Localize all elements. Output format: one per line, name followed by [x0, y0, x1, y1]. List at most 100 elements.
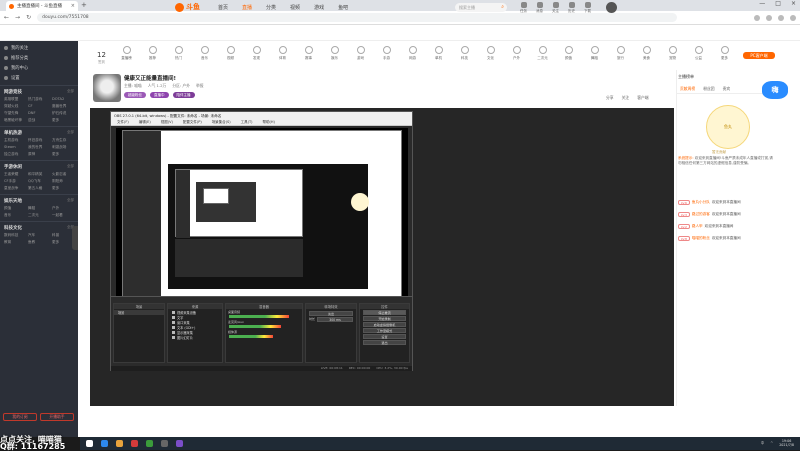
- category-item-8[interactable]: 娱乐: [326, 43, 343, 61]
- stream-action-2[interactable]: 客户端: [637, 95, 648, 101]
- sidebar-category-link[interactable]: 户外: [52, 206, 74, 211]
- sidebar-category-link[interactable]: 更多: [52, 240, 74, 245]
- sidebar-category-link[interactable]: CF手游: [4, 179, 26, 184]
- category-item-14[interactable]: 文化: [482, 43, 499, 61]
- sidebar-category-link[interactable]: 魔兽世界: [52, 104, 74, 109]
- header-icon-3[interactable]: 历史: [568, 2, 575, 14]
- sidebar-top-item-3[interactable]: 设置: [4, 73, 74, 83]
- taskbar-app-icon[interactable]: [131, 440, 138, 447]
- reload-icon[interactable]: ↻: [26, 14, 31, 21]
- sidebar-category-link[interactable]: QQ飞车: [28, 179, 50, 184]
- maximize-button[interactable]: □: [775, 0, 781, 7]
- sidebar-category-link[interactable]: 热门游戏: [28, 97, 50, 102]
- taskbar-app-icon[interactable]: [101, 440, 108, 447]
- user-avatar[interactable]: [606, 2, 617, 13]
- browser-tab[interactable]: 主播直播间 - 斗鱼直播 ×: [6, 1, 78, 11]
- clock[interactable]: 19:06 2021/7/8: [779, 439, 794, 447]
- sidebar-category-link[interactable]: 二次元: [28, 213, 50, 218]
- sidebar-category-link[interactable]: 更多: [52, 118, 74, 123]
- stream-action-1[interactable]: 关注: [622, 95, 630, 101]
- sidebar-category-link[interactable]: 穿越火线: [4, 104, 26, 109]
- taskbar-app-icon[interactable]: [116, 440, 123, 447]
- header-icon-4[interactable]: 下载: [584, 2, 591, 14]
- menu-icon[interactable]: [790, 14, 796, 21]
- obs-menu-item[interactable]: 文件(F): [117, 120, 129, 125]
- sidebar-category-link[interactable]: 一起看: [52, 213, 74, 218]
- section-more-link[interactable]: 全部: [67, 130, 74, 136]
- sidebar-category-link[interactable]: 暗黑破坏神: [4, 118, 26, 123]
- sidebar-category-link[interactable]: 方舟生存: [52, 138, 74, 143]
- sidebar-category-link[interactable]: 舞蹈: [28, 206, 50, 211]
- sidebar-category-link[interactable]: 我的世界: [28, 145, 50, 150]
- stream-tag[interactable]: 陪伴主播: [172, 92, 195, 98]
- category-item-13[interactable]: 科技: [456, 43, 473, 61]
- chat-username[interactable]: 路过的游客: [692, 212, 710, 217]
- category-item-1[interactable]: 推荐: [144, 43, 161, 61]
- sidebar-category-link[interactable]: 怀旧游戏: [28, 138, 50, 143]
- obs-control-button[interactable]: 停止推流: [363, 310, 406, 315]
- category-item-21[interactable]: 宠物: [664, 43, 681, 61]
- sidebar-category-link[interactable]: 教育: [4, 240, 26, 245]
- search-icon[interactable]: ⌕: [501, 4, 504, 10]
- stream-action-0[interactable]: 分享: [606, 95, 614, 101]
- sidebar-category-link[interactable]: 守望先锋: [4, 111, 26, 116]
- sidebar-top-item-0[interactable]: 我的关注: [4, 43, 74, 53]
- category-item-11[interactable]: 网游: [404, 43, 421, 61]
- sidebar-category-link[interactable]: Steam: [4, 145, 26, 150]
- obs-menu-item[interactable]: 配置文件(P): [183, 120, 202, 125]
- chat-username[interactable]: 路人甲: [692, 224, 703, 229]
- sidebar-category-link[interactable]: 颜值: [4, 206, 26, 211]
- sidebar-category-link[interactable]: 汽车: [28, 233, 50, 238]
- section-more-link[interactable]: 全部: [67, 89, 74, 95]
- duration-input[interactable]: 300 ms: [317, 317, 353, 322]
- sidebar-category-link[interactable]: 音乐: [4, 213, 26, 218]
- header-icon-0[interactable]: 任务: [520, 2, 527, 14]
- stream-meta-item[interactable]: 举报: [196, 83, 204, 89]
- section-more-link[interactable]: 全部: [67, 198, 74, 204]
- obs-menu-item[interactable]: 场景集合(S): [212, 120, 231, 125]
- category-item-22[interactable]: 公益: [690, 43, 707, 61]
- sidebar-category-link[interactable]: 鱼教: [28, 240, 50, 245]
- obs-control-button[interactable]: 启动虚拟摄像机: [363, 322, 406, 327]
- scene-item[interactable]: 场景: [114, 310, 164, 315]
- transition-select[interactable]: 淡出: [309, 311, 353, 316]
- nav-link-0[interactable]: 首页: [218, 4, 228, 11]
- nav-link-1[interactable]: 直播: [242, 4, 252, 11]
- sidebar-top-item-1[interactable]: 推荐分类: [4, 53, 74, 63]
- sidebar-category-link[interactable]: 炉石传说: [52, 111, 74, 116]
- sidebar-category-link[interactable]: 皇室战争: [4, 186, 26, 191]
- extension-icon[interactable]: [766, 14, 772, 21]
- profile-icon[interactable]: [778, 14, 784, 21]
- category-item-10[interactable]: 手游: [378, 43, 395, 61]
- extension-icon[interactable]: [754, 14, 760, 21]
- url-input[interactable]: douyu.com/7551708: [37, 13, 678, 22]
- category-item-15[interactable]: 户外: [508, 43, 525, 61]
- sidebar-category-link[interactable]: 王者荣耀: [4, 172, 26, 177]
- sidebar-category-link[interactable]: 更多: [52, 186, 74, 191]
- sidebar-category-link[interactable]: 刺激战场: [52, 145, 74, 150]
- volume-meter[interactable]: [229, 315, 289, 318]
- start-icon[interactable]: [86, 440, 93, 447]
- obs-control-button[interactable]: 设置: [363, 334, 406, 339]
- sidebar-category-link[interactable]: 火影忍者: [52, 172, 74, 177]
- sidebar-top-item-2[interactable]: 我的中心: [4, 63, 74, 73]
- broadcast-helper-button[interactable]: 开播助手: [40, 413, 74, 421]
- sidebar-category-link[interactable]: 阴阳师: [52, 179, 74, 184]
- volume-meter[interactable]: [229, 335, 273, 338]
- category-item-20[interactable]: 美食: [638, 43, 655, 61]
- category-item-18[interactable]: 舞蹈: [586, 43, 603, 61]
- sidebar-category-link[interactable]: DOTA2: [52, 97, 74, 102]
- chat-username[interactable]: 鱼丸小分队: [692, 200, 710, 205]
- section-more-link[interactable]: 全部: [67, 164, 74, 170]
- header-icon-1[interactable]: 消息: [536, 2, 543, 14]
- new-tab-button[interactable]: +: [81, 1, 87, 9]
- sidebar-category-link[interactable]: 科普: [52, 233, 74, 238]
- chat-username[interactable]: 喵喵的粉丝: [692, 236, 710, 241]
- category-item-23[interactable]: 更多: [716, 43, 733, 61]
- nav-link-3[interactable]: 视频: [290, 4, 300, 11]
- forward-icon[interactable]: →: [15, 14, 20, 21]
- source-item[interactable]: 图片幻灯片: [168, 335, 222, 340]
- pc-client-button[interactable]: PC客户端: [743, 52, 775, 59]
- sidebar-category-link[interactable]: 第五人格: [28, 186, 50, 191]
- obs-control-button[interactable]: 工作室模式: [363, 328, 406, 333]
